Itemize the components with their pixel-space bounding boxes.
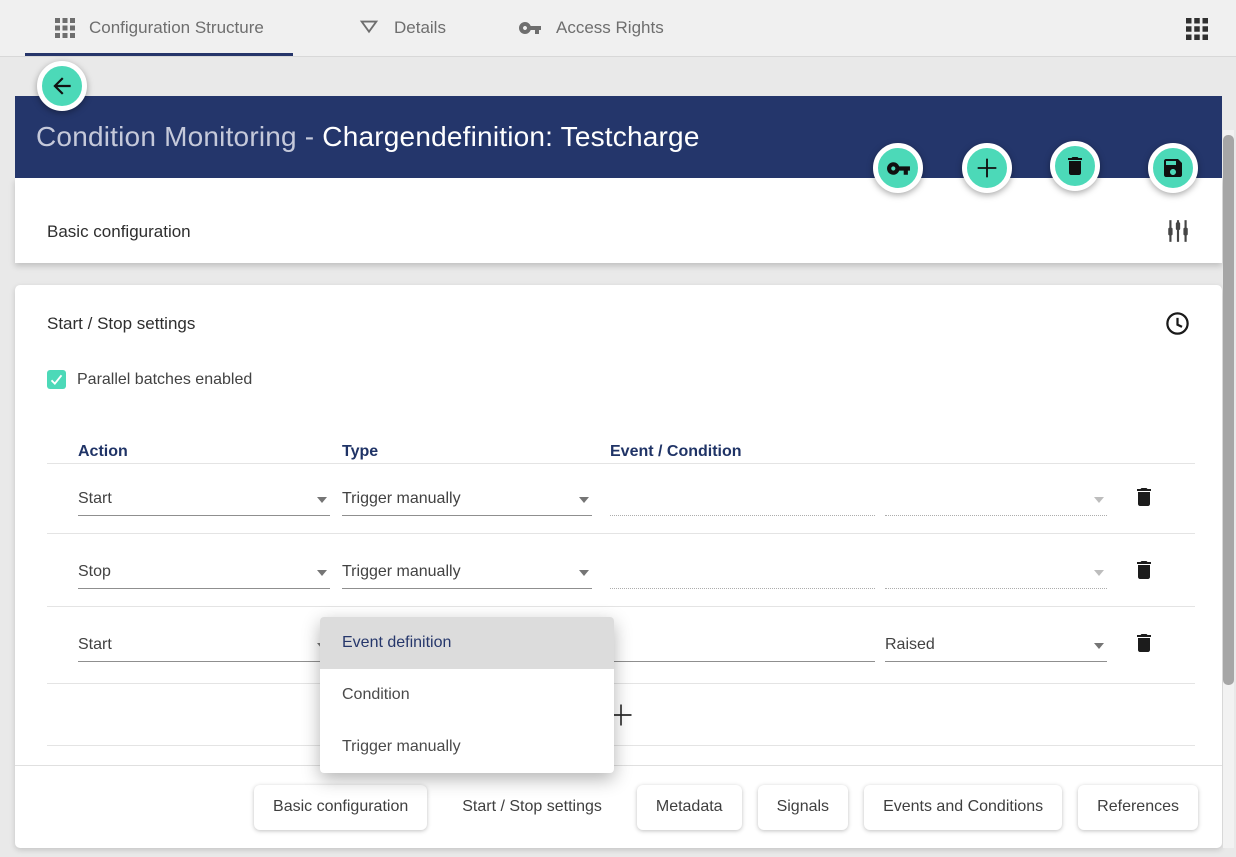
divider bbox=[47, 463, 1195, 464]
column-header-event-condition: Event / Condition bbox=[610, 443, 742, 461]
chevron-down-icon bbox=[1094, 643, 1104, 649]
event-condition-field-row3[interactable] bbox=[610, 628, 875, 662]
chevron-down-icon bbox=[317, 570, 327, 576]
chevron-down-icon bbox=[317, 497, 327, 503]
tab-label: Access Rights bbox=[556, 18, 664, 38]
start-stop-settings-section: Start / Stop settings Parallel batches e… bbox=[15, 285, 1222, 848]
menu-item-event-definition[interactable]: Event definition bbox=[320, 617, 614, 669]
delete-row-button-row2[interactable] bbox=[1132, 558, 1156, 582]
action-select-row2[interactable]: Stop bbox=[78, 555, 330, 589]
chevron-down-icon bbox=[579, 497, 589, 503]
type-select-row2[interactable]: Trigger manually bbox=[342, 555, 592, 589]
divider bbox=[47, 745, 1195, 746]
tab-label: Details bbox=[394, 18, 446, 38]
footer-button-metadata[interactable]: Metadata bbox=[637, 785, 742, 830]
tune-sliders-icon[interactable] bbox=[1165, 218, 1191, 244]
event-condition-field-row2[interactable] bbox=[610, 555, 875, 589]
footer-button-events-and-conditions[interactable]: Events and Conditions bbox=[864, 785, 1062, 830]
chevron-down-icon bbox=[1094, 570, 1104, 576]
back-button[interactable] bbox=[37, 61, 87, 111]
action-select-row1[interactable]: Start bbox=[78, 482, 330, 516]
section-nav-footer: Basic configuration Start / Stop setting… bbox=[15, 765, 1222, 848]
page-title-prefix: Condition Monitoring - bbox=[36, 121, 322, 152]
column-header-action: Action bbox=[78, 443, 128, 461]
footer-button-basic-configuration[interactable]: Basic configuration bbox=[254, 785, 427, 830]
state-select-row2[interactable] bbox=[885, 555, 1107, 589]
menu-item-condition[interactable]: Condition bbox=[320, 669, 614, 721]
grid-icon bbox=[55, 18, 75, 38]
scrollbar-thumb[interactable] bbox=[1223, 135, 1234, 685]
row-value: Stop bbox=[78, 563, 111, 580]
divider bbox=[47, 606, 1195, 607]
basic-configuration-title: Basic configuration bbox=[47, 222, 191, 242]
row-value: Start bbox=[78, 490, 112, 507]
clock-icon[interactable] bbox=[1164, 310, 1191, 337]
parallel-batches-checkbox[interactable] bbox=[47, 370, 66, 389]
page-header: Condition Monitoring - Chargendefinition… bbox=[15, 96, 1222, 178]
chevron-down-icon bbox=[579, 570, 589, 576]
delete-row-button-row3[interactable] bbox=[1132, 631, 1156, 655]
page-title-main: Chargendefinition: Testcharge bbox=[322, 121, 699, 152]
footer-button-references[interactable]: References bbox=[1078, 785, 1198, 830]
page-title: Condition Monitoring - Chargendefinition… bbox=[36, 121, 700, 153]
delete-row-button-row1[interactable] bbox=[1132, 485, 1156, 509]
type-select-row1[interactable]: Trigger manually bbox=[342, 482, 592, 516]
active-tab-indicator bbox=[25, 53, 293, 56]
column-header-type: Type bbox=[342, 443, 378, 461]
apps-grid-icon[interactable] bbox=[1186, 18, 1208, 40]
access-rights-button[interactable] bbox=[873, 143, 923, 193]
plus-icon bbox=[973, 154, 1001, 182]
scrollbar-track[interactable] bbox=[1223, 130, 1234, 848]
parallel-batches-label: Parallel batches enabled bbox=[77, 371, 252, 389]
key-icon bbox=[518, 16, 542, 40]
arrow-left-icon bbox=[49, 73, 75, 99]
tab-access-rights[interactable]: Access Rights bbox=[518, 0, 664, 56]
funnel-icon bbox=[358, 17, 380, 39]
event-condition-field-row1[interactable] bbox=[610, 482, 875, 516]
divider bbox=[47, 533, 1195, 534]
menu-item-trigger-manually[interactable]: Trigger manually bbox=[320, 721, 614, 773]
footer-button-signals[interactable]: Signals bbox=[758, 785, 848, 830]
save-icon bbox=[1161, 156, 1185, 180]
chevron-down-icon bbox=[1094, 497, 1104, 503]
row-value: Start bbox=[78, 636, 112, 653]
divider bbox=[47, 683, 1195, 684]
top-tab-bar: Configuration Structure Details Access R… bbox=[0, 0, 1236, 57]
basic-configuration-section: Basic configuration bbox=[15, 178, 1222, 263]
row-value: Trigger manually bbox=[342, 490, 461, 507]
key-icon bbox=[886, 156, 911, 181]
footer-button-start-stop-settings[interactable]: Start / Stop settings bbox=[443, 785, 621, 830]
row-value: Raised bbox=[885, 636, 935, 653]
delete-button[interactable] bbox=[1050, 141, 1100, 191]
type-dropdown-menu: Event definition Condition Trigger manua… bbox=[320, 617, 614, 773]
start-stop-title: Start / Stop settings bbox=[47, 314, 195, 334]
tab-label: Configuration Structure bbox=[89, 18, 264, 38]
tab-details[interactable]: Details bbox=[358, 0, 446, 56]
trash-icon bbox=[1063, 154, 1087, 178]
app-window: Configuration Structure Details Access R… bbox=[0, 0, 1236, 857]
tab-configuration-structure[interactable]: Configuration Structure bbox=[55, 0, 264, 56]
row-value: Trigger manually bbox=[342, 563, 461, 580]
save-button[interactable] bbox=[1148, 143, 1198, 193]
add-button[interactable] bbox=[962, 143, 1012, 193]
action-select-row3[interactable]: Start bbox=[78, 628, 330, 662]
checkmark-icon bbox=[49, 372, 64, 387]
state-select-row3[interactable]: Raised bbox=[885, 628, 1107, 662]
state-select-row1[interactable] bbox=[885, 482, 1107, 516]
